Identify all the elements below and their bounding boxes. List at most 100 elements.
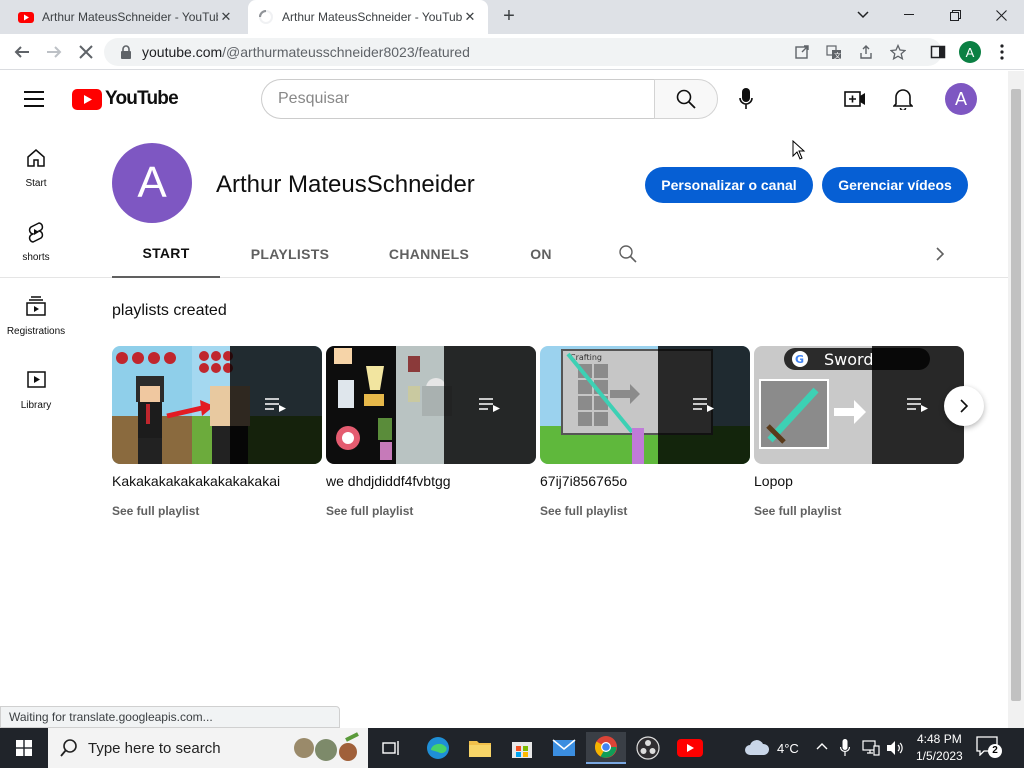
tab-channels[interactable]: CHANNELS	[378, 230, 480, 277]
notifications-button[interactable]	[891, 87, 915, 111]
youtube-logo[interactable]: YouTube	[72, 88, 179, 110]
tab-search-button[interactable]	[840, 0, 886, 30]
playlist-thumbnail[interactable]: G Sword	[754, 346, 964, 464]
profile-button[interactable]: A	[958, 40, 982, 64]
sidebar-item-registrations[interactable]: Registrations	[0, 275, 72, 349]
side-panel-button[interactable]	[926, 40, 950, 64]
forward-button[interactable]	[42, 40, 66, 64]
scrollbar-thumb[interactable]	[1011, 89, 1021, 701]
taskbar-file-explorer[interactable]	[460, 732, 500, 764]
taskbar-chrome[interactable]	[586, 732, 626, 764]
loading-spinner-icon	[259, 10, 273, 24]
sidebar-item-library[interactable]: Library	[0, 349, 72, 423]
task-view-button[interactable]	[372, 732, 412, 764]
chevron-up-icon[interactable]	[816, 742, 828, 750]
youtube-favicon-icon	[18, 12, 34, 23]
playlist-thumbnail[interactable]	[112, 346, 322, 464]
tab-start[interactable]: START	[112, 230, 220, 278]
volume-icon[interactable]	[886, 740, 904, 756]
open-in-new-icon[interactable]	[794, 44, 810, 60]
clock-date[interactable]: 1/5/2023	[916, 749, 963, 763]
see-full-playlist-link[interactable]: See full playlist	[112, 504, 199, 518]
see-full-playlist-link[interactable]: See full playlist	[754, 504, 841, 518]
share-icon[interactable]	[858, 44, 874, 60]
shelf-next-button[interactable]	[944, 386, 984, 426]
search-highlight-illustration-icon	[294, 732, 359, 761]
folder-icon	[469, 741, 491, 757]
voice-search-button[interactable]	[729, 82, 763, 116]
playlist-overlay	[444, 346, 536, 464]
playlist-card[interactable]: Crafting 67ij7i856765o See full playlist	[540, 346, 750, 518]
taskbar-mail[interactable]	[544, 732, 584, 764]
taskbar-edge[interactable]	[418, 732, 458, 764]
search-input[interactable]	[261, 79, 655, 119]
bookmark-star-icon[interactable]	[890, 44, 906, 60]
microphone-icon[interactable]	[840, 739, 850, 757]
create-button[interactable]	[843, 87, 867, 111]
back-button[interactable]	[10, 40, 34, 64]
playlist-title[interactable]: Lopop	[754, 473, 793, 489]
chevron-right-icon	[936, 246, 944, 261]
youtube-app-icon	[677, 739, 703, 757]
chevron-right-icon	[960, 399, 968, 413]
close-tab-icon[interactable]: ✕	[462, 9, 478, 25]
customize-channel-button[interactable]: Personalizar o canal	[645, 167, 813, 203]
browser-tab-1[interactable]: Arthur MateusSchneider - YouTube ✕	[8, 0, 244, 34]
cloud-weather-icon[interactable]	[744, 738, 770, 756]
svg-text:G: G	[795, 353, 804, 366]
playlist-title[interactable]: we dhdjdiddf4fvbtgg	[326, 473, 451, 489]
windows-taskbar: Type here to search 4°C 4:48 PM 1/5/2023…	[0, 728, 1024, 768]
account-avatar[interactable]: A	[945, 83, 977, 115]
back-arrow-icon	[14, 46, 29, 58]
taskbar-obs[interactable]	[628, 732, 668, 764]
hamburger-menu-icon[interactable]	[24, 89, 48, 109]
manage-videos-button[interactable]: Gerenciar vídeos	[822, 167, 968, 203]
close-tab-icon[interactable]: ✕	[218, 9, 234, 25]
playlist-title[interactable]: 67ij7i856765o	[540, 473, 627, 489]
chevron-down-icon	[857, 11, 869, 19]
taskbar-store[interactable]	[502, 732, 542, 764]
translate-icon[interactable]: 文	[826, 44, 842, 60]
see-full-playlist-link[interactable]: See full playlist	[326, 504, 413, 518]
clock-time[interactable]: 4:48 PM	[917, 732, 962, 746]
windows-logo-icon	[16, 740, 32, 756]
see-full-playlist-link[interactable]: See full playlist	[540, 504, 627, 518]
playlist-thumbnail[interactable]: Crafting	[540, 346, 750, 464]
playlist-thumbnail[interactable]	[326, 346, 536, 464]
playlist-title[interactable]: Kakakakakakakakakakakai	[112, 473, 280, 489]
network-icon[interactable]	[862, 740, 880, 756]
obs-studio-icon	[636, 736, 660, 760]
close-window-button[interactable]	[978, 0, 1024, 30]
weather-temperature[interactable]: 4°C	[777, 741, 799, 756]
page-scrollbar[interactable]	[1008, 71, 1024, 728]
channel-avatar[interactable]: A	[112, 143, 192, 223]
taskbar-search-box[interactable]: Type here to search	[48, 728, 368, 768]
search-box	[261, 79, 718, 119]
playlist-card[interactable]: G Sword Lopop See full playlist	[754, 346, 964, 518]
notification-center-button[interactable]: 2	[976, 736, 1006, 760]
url-host: youtube.com	[142, 44, 223, 60]
address-bar[interactable]: youtube.com/@arthurmateusschneider8023/f…	[104, 38, 942, 66]
browser-tab-2[interactable]: Arthur MateusSchneider - YouTube ✕	[248, 0, 488, 34]
youtube-wordmark: YouTube	[105, 88, 179, 109]
browser-toolbar: youtube.com/@arthurmateusschneider8023/f…	[0, 34, 1024, 70]
youtube-masthead: YouTube A	[0, 71, 1008, 127]
sidebar-item-start[interactable]: Start	[0, 127, 72, 201]
store-icon	[512, 742, 532, 758]
start-button[interactable]	[0, 728, 48, 768]
mail-icon	[552, 739, 576, 756]
tab-playlists[interactable]: PLAYLISTS	[240, 230, 340, 277]
browser-menu-button[interactable]	[990, 40, 1014, 64]
new-tab-button[interactable]: +	[498, 6, 520, 28]
minimize-button[interactable]	[886, 0, 932, 30]
search-button[interactable]	[654, 79, 718, 119]
restore-button[interactable]	[932, 0, 978, 30]
stop-loading-button[interactable]	[74, 40, 98, 64]
playlist-card[interactable]: we dhdjdiddf4fvbtgg See full playlist	[326, 346, 536, 518]
sidebar-item-label: Library	[20, 400, 52, 411]
tabs-scroll-right-button[interactable]	[926, 230, 954, 277]
playlist-card[interactable]: Kakakakakakakakakakakai See full playlis…	[112, 346, 322, 518]
taskbar-youtube[interactable]	[670, 732, 710, 764]
tab-on[interactable]: ON	[520, 230, 562, 277]
channel-search-button[interactable]	[612, 230, 644, 277]
